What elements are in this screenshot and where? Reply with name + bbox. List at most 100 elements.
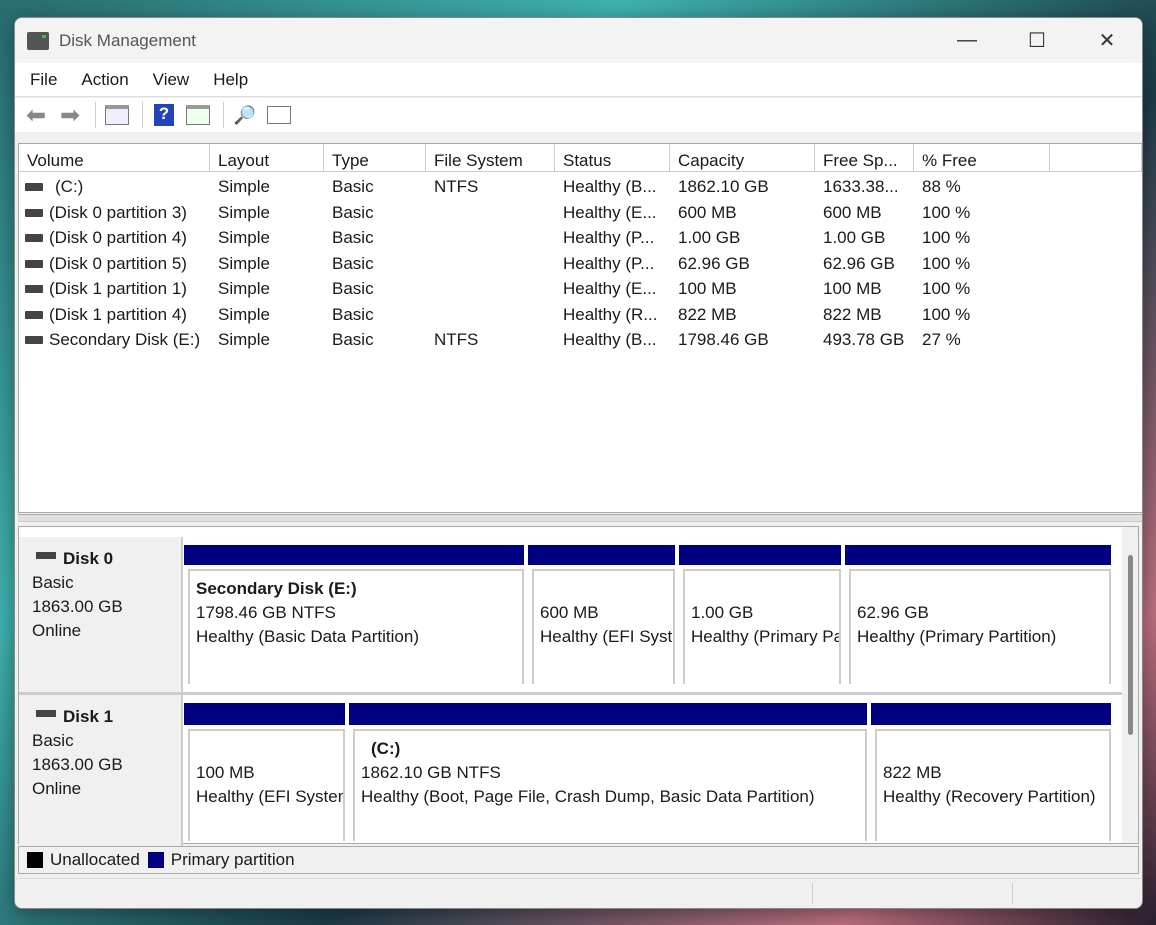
- partition-details: 600 MB Healthy (EFI System Partition): [532, 569, 675, 684]
- column-header-status[interactable]: Status: [555, 144, 670, 172]
- toolbar-divider: [223, 102, 224, 128]
- table-row[interactable]: (Disk 0 partition 5) Simple Basic Healthy (…: [19, 254, 1142, 279]
- disk-icon: [36, 710, 56, 717]
- vertical-scrollbar[interactable]: [1122, 527, 1138, 843]
- cell-free-space: 600 MB: [823, 202, 882, 222]
- pane-splitter[interactable]: [18, 514, 1142, 522]
- toolbar: ⬅ ➡ ? 🔎: [15, 98, 1142, 132]
- legend-swatch-1: [147, 852, 164, 868]
- menu-file[interactable]: File: [30, 70, 57, 90]
- partition-size: 822 MB: [883, 763, 942, 782]
- partition-size: 62.96 GB: [857, 603, 929, 622]
- cell-percent-free: 100 %: [922, 279, 971, 298]
- partition-title: Secondary Disk (E:): [196, 579, 357, 598]
- show-hide-console-tree-icon[interactable]: [102, 102, 132, 128]
- partition-status: Healthy (Primary Partition): [691, 627, 839, 646]
- partition[interactable]: 100 MB Healthy (EFI System Partition): [184, 703, 345, 841]
- partition-size: 100 MB: [196, 763, 255, 782]
- cell-percent-free: 100 %: [922, 304, 971, 324]
- partition-type-bar: [528, 545, 675, 565]
- column-header-layout[interactable]: Layout: [210, 144, 324, 172]
- cell-layout: Simple: [218, 202, 270, 222]
- scrollbar-thumb[interactable]: [1128, 555, 1133, 735]
- disk-divider: [19, 692, 1122, 695]
- column-header-empty[interactable]: [1050, 144, 1142, 172]
- cell-capacity: 1.00 GB: [678, 228, 741, 247]
- partition-status: Healthy (EFI System Partition): [196, 787, 343, 806]
- maximize-button[interactable]: ☐: [1002, 18, 1072, 63]
- legend-label: Unallocated: [50, 850, 140, 869]
- column-header-capacity[interactable]: Capacity: [670, 144, 815, 172]
- rescan-disks-icon[interactable]: 🔎: [230, 102, 260, 128]
- partition-size: 1862.10 GB NTFS: [361, 763, 501, 782]
- cell-capacity: 600 MB: [678, 202, 737, 222]
- cell-layout: Simple: [218, 304, 270, 324]
- partition[interactable]: 1.00 GB Healthy (Primary Partition): [679, 545, 841, 684]
- table-row[interactable]: (Disk 0 partition 3) Simple Basic Healthy (…: [19, 203, 1142, 228]
- menu-bar: File Action View Help: [15, 63, 1142, 97]
- disk-label-0[interactable]: Disk 0 Basic 1863.00 GB Online: [19, 537, 183, 692]
- minimize-button[interactable]: —: [932, 18, 1002, 63]
- disk-name-text: Disk 0: [63, 549, 114, 568]
- column-header-type[interactable]: Type: [324, 144, 426, 172]
- disk-management-window: Disk Management — ☐ ✕ File Action View H…: [14, 17, 1143, 909]
- legend-label: Primary partition: [170, 850, 295, 869]
- partition-type-bar: [349, 703, 867, 725]
- help-icon[interactable]: ?: [149, 102, 179, 128]
- back-icon[interactable]: ⬅: [21, 102, 51, 129]
- cell-free-space: 493.78 GB: [823, 330, 905, 349]
- cell-file-system: [426, 254, 555, 279]
- column-header-free-space[interactable]: Free Sp...: [815, 144, 914, 172]
- disk-state: Online: [32, 621, 82, 640]
- partition-type-bar: [184, 703, 345, 725]
- partition[interactable]: (C:) 1862.10 GB NTFS Healthy (Boot, Page F…: [349, 703, 867, 841]
- properties-icon[interactable]: [264, 102, 294, 128]
- disk-type: Basic: [32, 573, 74, 592]
- disk-state: Online: [32, 779, 82, 798]
- cell-type: Basic: [332, 330, 374, 349]
- menu-view[interactable]: View: [153, 70, 190, 90]
- disk-name: Disk 1: [32, 705, 181, 729]
- close-button[interactable]: ✕: [1072, 18, 1142, 63]
- partition[interactable]: Secondary Disk (E:) 1798.46 GB NTFS Health…: [184, 545, 524, 684]
- partition-title: [540, 577, 673, 601]
- cell-volume: (Disk 0 partition 5): [49, 253, 187, 273]
- table-row[interactable]: (Disk 1 partition 4) Simple Basic Healthy (…: [19, 305, 1142, 330]
- partition-status: Healthy (Primary Partition): [857, 627, 1057, 646]
- cell-type: Basic: [332, 228, 374, 247]
- disk-size: 1863.00 GB: [32, 755, 123, 774]
- partition[interactable]: 62.96 GB Healthy (Primary Partition): [845, 545, 1111, 684]
- partition[interactable]: 822 MB Healthy (Recovery Partition): [871, 703, 1111, 841]
- cell-percent-free: 100 %: [922, 228, 971, 247]
- cell-type: Basic: [332, 304, 374, 324]
- cell-file-system: [426, 228, 555, 253]
- disk-graphical-view: Disk 0 Basic 1863.00 GB Online Secondary Dis…: [18, 526, 1139, 849]
- disk-icon: [36, 552, 56, 559]
- toolbar-divider: [95, 102, 96, 128]
- partition[interactable]: 600 MB Healthy (EFI System Partition): [528, 545, 675, 684]
- cell-percent-free: 88 %: [922, 177, 961, 196]
- partition-status: Healthy (Boot, Page File, Crash Dump, Ba…: [361, 787, 815, 806]
- table-row[interactable]: (Disk 0 partition 4) Simple Basic Healthy (…: [19, 228, 1142, 253]
- cell-file-system: [426, 203, 555, 228]
- cell-file-system: NTFS: [434, 330, 479, 349]
- cell-volume: Secondary Disk (E:): [49, 330, 201, 349]
- column-header-percent-free[interactable]: % Free: [914, 144, 1050, 172]
- disk-label-1[interactable]: Disk 1 Basic 1863.00 GB Online: [19, 695, 183, 849]
- partition-details: 62.96 GB Healthy (Primary Partition): [849, 569, 1111, 684]
- cell-layout: Simple: [218, 279, 270, 298]
- table-row[interactable]: Secondary Disk (E:) Simple Basic NTFS Health…: [19, 330, 1142, 355]
- menu-help[interactable]: Help: [213, 70, 248, 90]
- table-row[interactable]: (C:) Simple Basic NTFS Healthy (B... 1862.10 …: [19, 177, 1142, 202]
- column-header-volume[interactable]: Volume: [19, 144, 210, 172]
- cell-volume: (C:): [55, 177, 84, 196]
- show-hide-action-pane-icon[interactable]: [183, 102, 213, 128]
- table-row[interactable]: (Disk 1 partition 1) Simple Basic Healthy (…: [19, 279, 1142, 304]
- forward-icon[interactable]: ➡: [55, 102, 85, 129]
- cell-type: Basic: [332, 279, 374, 298]
- partition-type-bar: [845, 545, 1111, 565]
- menu-action[interactable]: Action: [81, 70, 128, 90]
- cell-free-space: 1.00 GB: [823, 228, 886, 247]
- cell-status: Healthy (P...: [563, 253, 655, 273]
- column-header-file-system[interactable]: File System: [426, 144, 555, 172]
